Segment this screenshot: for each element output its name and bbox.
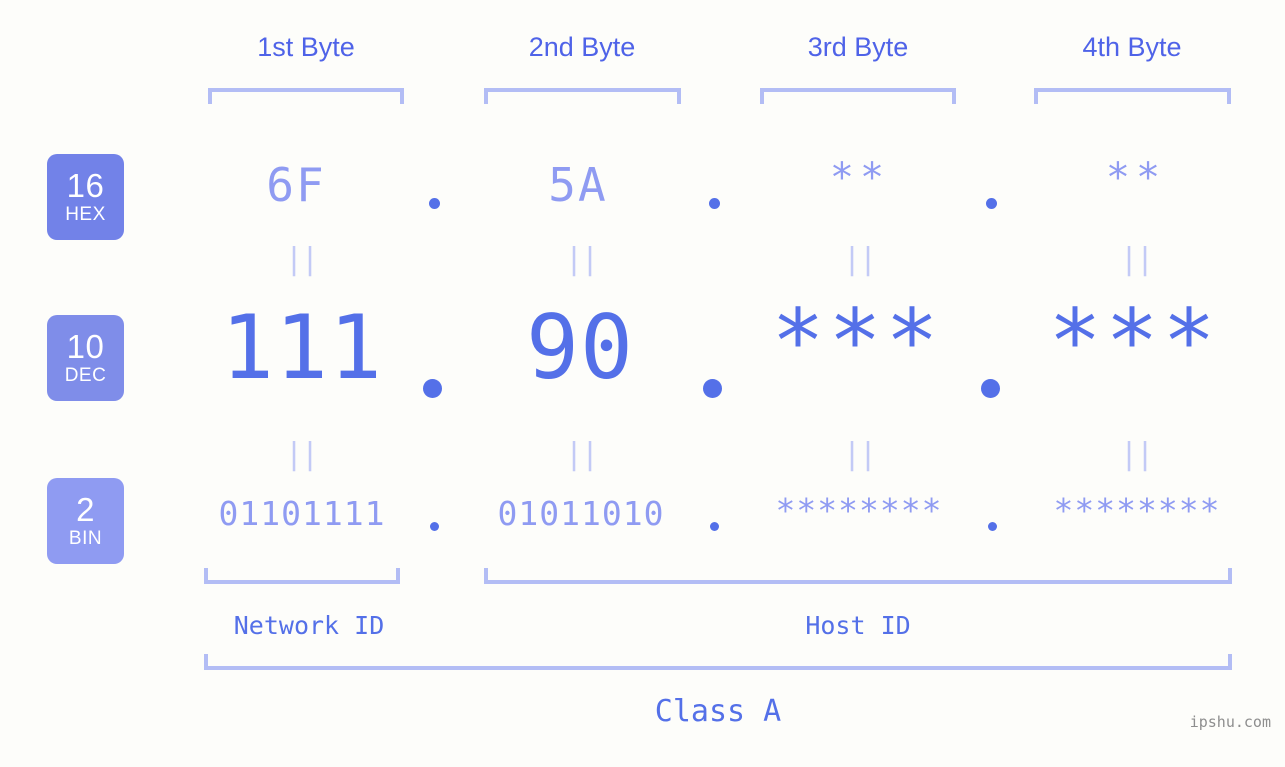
- radix-badge-bin-name: BIN: [68, 527, 103, 549]
- byte-bracket-4: [1034, 88, 1231, 104]
- dec-dot-separator-2: [703, 379, 722, 398]
- hex-byte-1: 6F: [266, 158, 326, 212]
- radix-badge-dec: 10 DEC: [47, 315, 124, 401]
- site-watermark: ipshu.com: [1189, 713, 1271, 731]
- equivalence-mark-hex-dec-2: ||: [564, 242, 599, 277]
- class-bracket: [204, 654, 1232, 670]
- dec-byte-4: ***: [1048, 290, 1220, 393]
- dec-byte-1: 111: [221, 296, 383, 399]
- byte-header-1: 1st Byte: [257, 32, 355, 62]
- host-id-label: Host ID: [805, 611, 911, 640]
- equivalence-mark-dec-bin-3: ||: [842, 437, 877, 472]
- radix-badge-bin: 2 BIN: [47, 478, 124, 564]
- dec-dot-separator-1: [423, 379, 442, 398]
- hex-dot-separator-3: [986, 198, 997, 209]
- byte-bracket-1: [208, 88, 404, 104]
- bin-dot-separator-2: [710, 522, 719, 531]
- network-id-bracket: [204, 568, 400, 584]
- equivalence-mark-dec-bin-1: ||: [284, 437, 319, 472]
- equivalence-mark-hex-dec-4: ||: [1119, 242, 1154, 277]
- bin-byte-4: ********: [1053, 491, 1221, 530]
- hex-dot-separator-1: [429, 198, 440, 209]
- byte-bracket-2: [484, 88, 681, 104]
- radix-badge-hex-number: 16: [66, 166, 105, 204]
- hex-byte-2: 5A: [548, 158, 608, 212]
- radix-badge-bin-number: 2: [76, 490, 95, 528]
- class-label: Class A: [654, 694, 782, 729]
- host-id-bracket: [484, 568, 1232, 584]
- hex-byte-3: **: [829, 155, 891, 201]
- bin-byte-3: ********: [775, 491, 943, 530]
- bin-byte-2: 01011010: [497, 494, 665, 533]
- byte-header-3: 3rd Byte: [807, 32, 909, 62]
- equivalence-mark-hex-dec-3: ||: [842, 242, 877, 277]
- network-id-label: Network ID: [233, 611, 385, 640]
- radix-badge-dec-name: DEC: [64, 364, 107, 386]
- equivalence-mark-dec-bin-2: ||: [564, 437, 599, 472]
- radix-badge-hex-name: HEX: [65, 203, 106, 225]
- dec-byte-2: 90: [526, 296, 634, 399]
- ip-byte-breakdown-diagram: 1st Byte 2nd Byte 3rd Byte 4th Byte 16 H…: [0, 0, 1285, 767]
- dec-byte-3: ***: [771, 290, 943, 393]
- equivalence-mark-hex-dec-1: ||: [284, 242, 319, 277]
- equivalence-mark-dec-bin-4: ||: [1119, 437, 1154, 472]
- byte-bracket-3: [760, 88, 956, 104]
- hex-dot-separator-2: [709, 198, 720, 209]
- radix-badge-dec-number: 10: [66, 327, 105, 365]
- radix-badge-hex: 16 HEX: [47, 154, 124, 240]
- byte-header-2: 2nd Byte: [528, 32, 636, 62]
- bin-dot-separator-1: [430, 522, 439, 531]
- bin-byte-1: 01101111: [218, 494, 386, 533]
- byte-header-4: 4th Byte: [1082, 32, 1182, 62]
- dec-dot-separator-3: [981, 379, 1000, 398]
- bin-dot-separator-3: [988, 522, 997, 531]
- hex-byte-4: **: [1105, 155, 1167, 201]
